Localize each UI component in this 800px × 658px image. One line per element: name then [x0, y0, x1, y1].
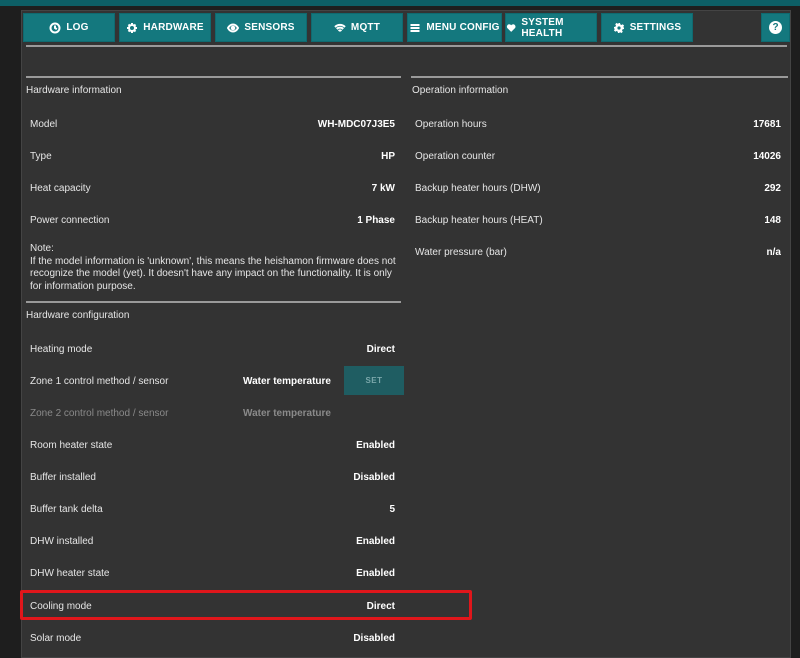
main-panel: LOG HARDWARE SENSORS MQTT MENU CONFIG SY…	[21, 10, 791, 658]
nav-hardware-label: HARDWARE	[143, 22, 204, 33]
config-row-heating-mode: Heating mode Direct	[30, 339, 395, 359]
hardware-info-label: Model	[30, 118, 58, 130]
config-row-zone2: Zone 2 control method / sensor Water tem…	[30, 403, 331, 423]
config-value: Water temperature	[243, 407, 331, 419]
config-value: Disabled	[353, 632, 395, 644]
config-row-solar-mode: Solar mode Disabled	[30, 628, 395, 648]
hardware-info-row: Type HP	[30, 146, 395, 166]
config-label: DHW installed	[30, 535, 94, 547]
operation-info-row: Water pressure (bar) n/a	[415, 242, 781, 262]
hardware-info-label: Heat capacity	[30, 182, 91, 194]
nav-menu-config-label: MENU CONFIG	[426, 22, 500, 33]
zone1-set-button[interactable]: SET	[344, 366, 404, 395]
hardware-info-row: Heat capacity 7 kW	[30, 178, 395, 198]
config-row-buffer-delta: Buffer tank delta 5	[30, 499, 395, 519]
nav-mqtt-label: MQTT	[350, 22, 381, 33]
nav-mqtt-button[interactable]: MQTT	[311, 13, 403, 42]
hardware-info-value: 7 kW	[371, 182, 395, 194]
config-row-room-heater: Room heater state Enabled	[30, 435, 395, 455]
nav-bar: LOG HARDWARE SENSORS MQTT MENU CONFIG SY…	[22, 11, 790, 45]
hardware-info-row: Model WH-MDC07J3E5	[30, 114, 395, 134]
hardware-info-value: HP	[381, 150, 395, 162]
hardware-info-row: Power connection 1 Phase	[30, 210, 395, 230]
divider-hardware-info	[26, 76, 401, 78]
operation-info-title: Operation information	[412, 85, 509, 96]
config-value: Enabled	[356, 535, 395, 547]
operation-info-row: Backup heater hours (DHW) 292	[415, 178, 781, 198]
heart-icon	[506, 23, 516, 32]
nav-settings-button[interactable]: SETTINGS	[601, 13, 693, 42]
top-accent-strip	[0, 0, 800, 6]
config-value: Enabled	[356, 439, 395, 451]
config-value: Water temperature	[243, 375, 331, 387]
hardware-info-label: Power connection	[30, 214, 110, 226]
config-label: DHW heater state	[30, 567, 110, 579]
config-row-buffer-installed: Buffer installed Disabled	[30, 467, 395, 487]
config-label: Room heater state	[30, 439, 113, 451]
config-value: Direct	[366, 600, 395, 612]
hardware-info-value: WH-MDC07J3E5	[317, 118, 395, 130]
nav-system-health-button[interactable]: SYSTEM HEALTH	[505, 13, 597, 42]
config-label: Buffer installed	[30, 471, 96, 483]
operation-info-value: 17681	[753, 118, 781, 130]
operation-info-label: Backup heater hours (HEAT)	[415, 214, 543, 226]
config-label: Solar mode	[30, 632, 82, 644]
config-value: Direct	[366, 343, 395, 355]
nav-hardware-button[interactable]: HARDWARE	[119, 13, 211, 42]
operation-info-label: Operation counter	[415, 150, 496, 162]
help-icon: ?	[769, 21, 782, 34]
config-value: Disabled	[353, 471, 395, 483]
operation-info-value: n/a	[766, 246, 781, 258]
eye-icon	[227, 22, 240, 33]
operation-info-value: 292	[764, 182, 781, 194]
divider-operation-info	[411, 76, 788, 78]
config-row-zone1: Zone 1 control method / sensor Water tem…	[30, 371, 331, 391]
nav-log-button[interactable]: LOG	[23, 13, 115, 42]
operation-info-row: Operation hours 17681	[415, 114, 781, 134]
config-label: Zone 1 control method / sensor	[30, 375, 169, 387]
model-info-note: Note: If the model information is 'unkno…	[30, 243, 396, 292]
nav-settings-label: SETTINGS	[629, 22, 682, 33]
operation-info-value: 148	[764, 214, 781, 226]
config-row-dhw-heater: DHW heater state Enabled	[30, 563, 395, 583]
hardware-info-label: Type	[30, 150, 52, 162]
config-label: Cooling mode	[30, 600, 92, 612]
operation-info-label: Operation hours	[415, 118, 487, 130]
help-button[interactable]: ?	[761, 13, 790, 42]
divider-hardware-config	[26, 301, 401, 303]
config-label: Zone 2 control method / sensor	[30, 407, 169, 419]
operation-info-value: 14026	[753, 150, 781, 162]
nav-sensors-label: SENSORS	[244, 22, 295, 33]
operation-info-label: Water pressure (bar)	[415, 246, 507, 258]
nav-log-label: LOG	[66, 22, 89, 33]
nav-sensors-button[interactable]: SENSORS	[215, 13, 307, 42]
config-label: Buffer tank delta	[30, 503, 103, 515]
config-label: Heating mode	[30, 343, 93, 355]
nav-menu-config-button[interactable]: MENU CONFIG	[407, 13, 502, 42]
hardware-info-title: Hardware information	[26, 85, 122, 96]
hardware-config-title: Hardware configuration	[26, 310, 130, 321]
config-row-dhw-installed: DHW installed Enabled	[30, 531, 395, 551]
menu-icon	[410, 23, 420, 32]
operation-info-label: Backup heater hours (DHW)	[415, 182, 541, 194]
config-row-cooling-mode: Cooling mode Direct	[30, 596, 395, 616]
hardware-info-value: 1 Phase	[357, 214, 395, 226]
clock-icon	[49, 22, 61, 33]
gear-icon	[613, 22, 624, 33]
operation-info-row: Backup heater hours (HEAT) 148	[415, 210, 781, 230]
config-value: Enabled	[356, 567, 395, 579]
operation-info-row: Operation counter 14026	[415, 146, 781, 166]
nav-system-health-label: SYSTEM HEALTH	[521, 16, 564, 39]
divider-top	[26, 45, 787, 47]
chip-icon	[127, 22, 138, 33]
config-value: 5	[389, 503, 395, 515]
wifi-icon	[334, 23, 346, 32]
